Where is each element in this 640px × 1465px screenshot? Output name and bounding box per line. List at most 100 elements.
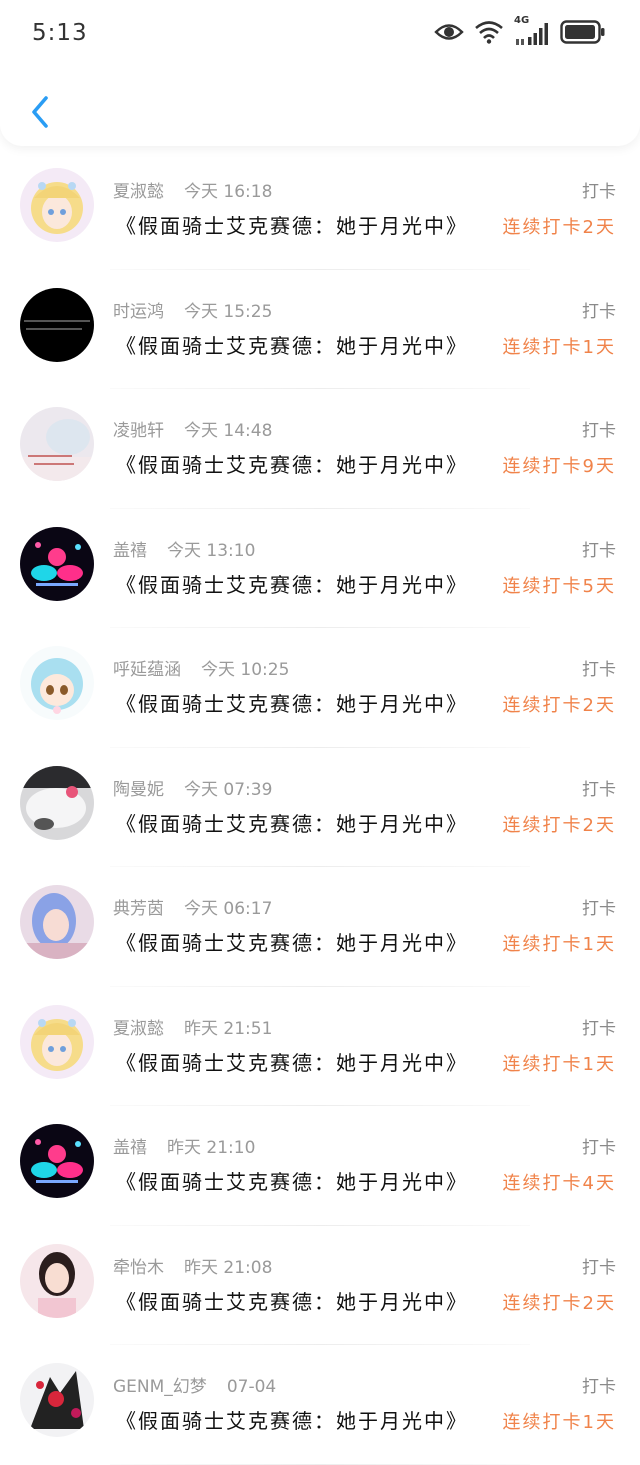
checkin-time: 今天 16:18 (184, 182, 273, 202)
streak-label: 连续打卡2天 (502, 217, 616, 238)
row-meta: 盖禧 昨天 21:10 (113, 1133, 255, 1158)
row-meta: 呼延蕴涵 今天 10:25 (113, 655, 289, 680)
row-meta: 典芳茵 今天 06:17 (113, 894, 272, 919)
checkin-time: 昨天 21:10 (167, 1138, 256, 1158)
status-icons: 4G (434, 15, 606, 48)
checkin-row[interactable]: 陶曼妮 今天 07:39 打卡 《假面骑士艾克赛德：她于月光中》 连续打卡2天 (0, 748, 640, 867)
book-title[interactable]: 《假面骑士艾克赛德：她于月光中》 (116, 1166, 468, 1195)
book-title[interactable]: 《假面骑士艾克赛德：她于月光中》 (116, 449, 468, 478)
user-name[interactable]: 呼延蕴涵 (113, 655, 181, 680)
avatar-anime-girl-blonde[interactable] (20, 168, 94, 242)
streak-label: 连续打卡1天 (502, 934, 616, 955)
book-title[interactable]: 《假面骑士艾克赛德：她于月光中》 (116, 210, 468, 239)
checkin-tag: 打卡 (582, 660, 616, 680)
checkin-time: 07-04 (226, 1377, 277, 1397)
signal-icon: 4G (514, 15, 550, 47)
user-name[interactable]: 典芳茵 (113, 894, 164, 919)
user-name[interactable]: 时运鸿 (113, 297, 164, 322)
checkin-time: 今天 07:39 (184, 779, 273, 800)
row-meta: 夏淑懿 昨天 21:51 (113, 1014, 272, 1039)
avatar-black-text[interactable] (20, 287, 94, 362)
row-meta: GENM_幻梦 07-04 (113, 1372, 276, 1397)
battery-icon (560, 20, 606, 48)
avatar-neon-art[interactable] (20, 1124, 94, 1198)
book-title[interactable]: 《假面骑士艾克赛德：她于月光中》 (116, 569, 468, 598)
streak-label: 连续打卡2天 (502, 814, 616, 836)
user-name[interactable]: 盖禧 (113, 1133, 147, 1158)
streak-label: 连续打卡4天 (502, 1173, 616, 1194)
checkin-tag: 打卡 (582, 421, 616, 441)
row-meta: 时运鸿 今天 15:25 (113, 297, 272, 322)
book-title[interactable]: 《假面骑士艾克赛德：她于月光中》 (116, 808, 468, 837)
streak-label: 连续打卡5天 (502, 575, 616, 597)
streak-label: 连续打卡1天 (502, 1412, 616, 1433)
book-title[interactable]: 《假面骑士艾克赛德：她于月光中》 (116, 688, 468, 717)
checkin-tag: 打卡 (582, 1018, 616, 1039)
checkin-time: 昨天 21:51 (184, 1018, 273, 1039)
eye-icon (434, 21, 464, 47)
user-name[interactable]: 夏淑懿 (113, 177, 164, 202)
chevron-left-icon (32, 96, 48, 128)
checkin-time: 今天 13:10 (167, 540, 256, 561)
book-title[interactable]: 《假面骑士艾克赛德：她于月光中》 (116, 927, 468, 956)
user-name[interactable]: 牵怡木 (113, 1253, 164, 1278)
back-button[interactable] (20, 92, 60, 132)
row-meta: 盖禧 今天 13:10 (113, 536, 255, 561)
checkin-time: 昨天 21:08 (184, 1257, 273, 1278)
checkin-tag: 打卡 (582, 1138, 616, 1158)
row-meta: 牵怡木 昨天 21:08 (113, 1253, 272, 1278)
checkin-time: 今天 06:17 (184, 899, 273, 919)
avatar-kitty-car[interactable] (20, 765, 94, 840)
top-bar: 5:13 4G (0, 0, 640, 146)
checkin-row[interactable]: 呼延蕴涵 今天 10:25 打卡 《假面骑士艾克赛德：她于月光中》 连续打卡2天 (0, 628, 640, 748)
checkin-row[interactable]: 夏淑懿 今天 16:18 打卡 《假面骑士艾克赛德：她于月光中》 连续打卡2天 (0, 150, 640, 270)
avatar-girl-photo[interactable] (20, 1243, 94, 1318)
checkin-time: 今天 15:25 (184, 301, 273, 322)
row-meta: 凌驰轩 今天 14:48 (113, 416, 272, 441)
book-title[interactable]: 《假面骑士艾克赛德：她于月光中》 (116, 1405, 468, 1434)
row-meta: 夏淑懿 今天 16:18 (113, 177, 272, 202)
avatar-anime-girl-blonde[interactable] (20, 1004, 94, 1079)
checkin-row[interactable]: 夏淑懿 昨天 21:51 打卡 《假面骑士艾克赛德：她于月光中》 连续打卡1天 (0, 987, 640, 1106)
avatar-soft-photo[interactable] (20, 407, 94, 481)
checkin-row[interactable]: GENM_幻梦 07-04 打卡 《假面骑士艾克赛德：她于月光中》 连续打卡1天 (0, 1345, 640, 1465)
user-name[interactable]: 盖禧 (113, 536, 147, 561)
checkin-row[interactable]: 凌驰轩 今天 14:48 打卡 《假面骑士艾克赛德：她于月光中》 连续打卡9天 (0, 389, 640, 509)
checkin-row[interactable]: 盖禧 今天 13:10 打卡 《假面骑士艾克赛德：她于月光中》 连续打卡5天 (0, 509, 640, 628)
network-type: 4G (514, 15, 530, 26)
streak-label: 连续打卡1天 (502, 336, 616, 358)
book-title[interactable]: 《假面骑士艾克赛德：她于月光中》 (116, 1286, 468, 1315)
checkin-row[interactable]: 牵怡木 昨天 21:08 打卡 《假面骑士艾克赛德：她于月光中》 连续打卡2天 (0, 1226, 640, 1345)
row-meta: 陶曼妮 今天 07:39 (113, 775, 272, 800)
checkin-list: 夏淑懿 今天 16:18 打卡 《假面骑士艾克赛德：她于月光中》 连续打卡2天 … (0, 150, 640, 1465)
user-name[interactable]: 凌驰轩 (113, 416, 164, 441)
checkin-tag: 打卡 (582, 1377, 616, 1397)
checkin-row[interactable]: 盖禧 昨天 21:10 打卡 《假面骑士艾克赛德：她于月光中》 连续打卡4天 (0, 1106, 640, 1226)
row-divider (110, 1463, 530, 1465)
streak-label: 连续打卡1天 (502, 1053, 616, 1075)
checkin-row[interactable]: 典芳茵 今天 06:17 打卡 《假面骑士艾克赛德：她于月光中》 连续打卡1天 (0, 867, 640, 987)
user-name[interactable]: 夏淑懿 (113, 1014, 164, 1039)
checkin-tag: 打卡 (582, 540, 616, 561)
checkin-tag: 打卡 (582, 301, 616, 322)
avatar-neon-art[interactable] (20, 526, 94, 601)
checkin-row[interactable]: 时运鸿 今天 15:25 打卡 《假面骑士艾克赛德：她于月光中》 连续打卡1天 (0, 270, 640, 389)
checkin-time: 今天 14:48 (184, 421, 273, 441)
checkin-time: 今天 10:25 (201, 660, 290, 680)
checkin-tag: 打卡 (582, 182, 616, 202)
status-time: 5:13 (32, 20, 88, 46)
streak-label: 连续打卡9天 (502, 456, 616, 477)
avatar-girl-blue-hair[interactable] (20, 885, 94, 959)
avatar-rider-art[interactable] (20, 1363, 94, 1437)
avatar-chibi-blue-hair[interactable] (20, 646, 94, 720)
streak-label: 连续打卡2天 (502, 695, 616, 716)
user-name[interactable]: GENM_幻梦 (113, 1372, 207, 1397)
checkin-tag: 打卡 (582, 1257, 616, 1278)
user-name[interactable]: 陶曼妮 (113, 775, 164, 800)
book-title[interactable]: 《假面骑士艾克赛德：她于月光中》 (116, 330, 468, 359)
streak-label: 连续打卡2天 (502, 1292, 616, 1314)
checkin-tag: 打卡 (582, 899, 616, 919)
book-title[interactable]: 《假面骑士艾克赛德：她于月光中》 (116, 1047, 468, 1076)
wifi-icon (474, 20, 504, 48)
checkin-tag: 打卡 (582, 779, 616, 800)
